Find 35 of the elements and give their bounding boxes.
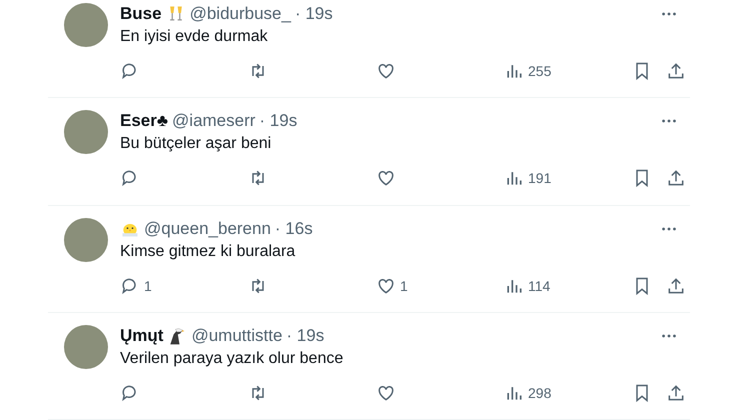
user-name[interactable]: Ųmųt [120,326,164,346]
share-icon[interactable] [666,382,686,403]
post-text: Verilen paraya yazık olur bence [120,348,344,369]
user-handle[interactable]: @bidurbuse_ [190,4,291,24]
like-count: 1 [400,278,408,294]
post-text: Bu bütçeler aşar beni [120,134,272,154]
more-options-icon[interactable] [662,119,676,124]
post-time: · 16s [274,218,313,238]
avatar-photo[interactable] [64,218,108,262]
post-text: Kimse gitmez ki buralara [120,242,296,262]
more-options-icon[interactable] [662,12,676,16]
share-icon[interactable] [666,168,686,188]
avatar-photo[interactable] [64,324,108,369]
more-options-icon[interactable] [662,334,676,338]
like-icon[interactable] [376,168,396,188]
user-handle[interactable]: @umuttistte [191,326,282,346]
share-icon[interactable] [666,61,686,81]
user-name[interactable]: Buse [120,4,162,24]
avatar-photo[interactable] [64,3,108,47]
views-count: 255 [528,63,552,79]
post-text: En iyisi evde durmak [120,27,269,47]
views-count: 114 [528,278,550,294]
reply-count: 1 [144,278,152,294]
post-time: · 19s [294,4,333,24]
user-handle[interactable]: @queen_berenn [144,218,271,238]
user-name[interactable]: Eser♣ [120,111,168,132]
like-icon[interactable] [376,61,396,81]
views-count: 191 [528,170,552,186]
share-icon[interactable] [666,276,686,296]
user-handle[interactable]: @iameserr [172,111,256,132]
more-options-icon[interactable] [662,226,676,230]
post-time: · 19s [286,326,324,346]
views-count: 298 [528,384,552,401]
avatar-photo[interactable] [64,110,108,154]
post-time: · 19s [259,111,298,132]
